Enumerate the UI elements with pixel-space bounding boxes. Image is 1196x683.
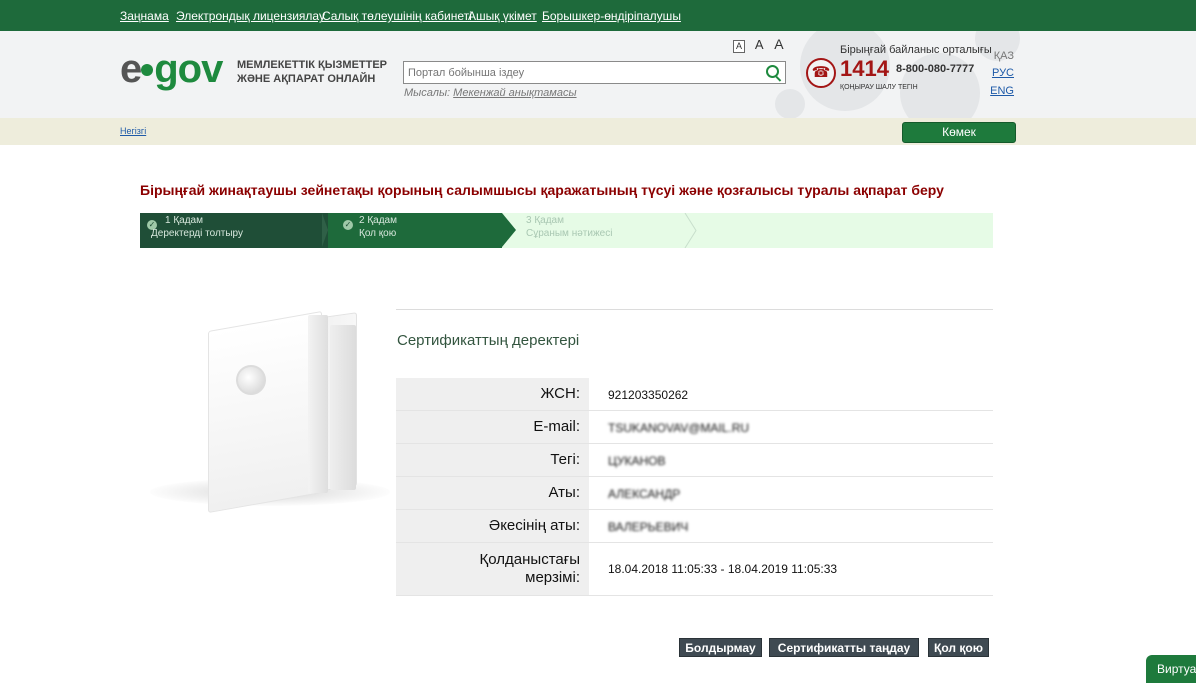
virtual-assistant-tab[interactable]: Виртуа bbox=[1146, 655, 1196, 683]
step-2-label: Қол қою bbox=[359, 228, 397, 239]
folder-back-spine bbox=[330, 325, 356, 490]
sign-button[interactable]: Қол қою bbox=[928, 638, 989, 657]
contact-center-title: Бірыңғай байланыс орталығы bbox=[840, 44, 992, 56]
folder-front bbox=[208, 310, 322, 514]
row-label: ЖСН: bbox=[396, 378, 589, 410]
step-progress-bar: ✓ 1 Қадам Деректерді толтыру ✓ 2 Қадам Қ… bbox=[140, 213, 993, 248]
section-divider bbox=[396, 309, 993, 310]
site-header: e gov МЕМЛЕКЕТТІК ҚЫЗМЕТТЕР ЖӘНЕ АҚПАРАТ … bbox=[0, 31, 1196, 118]
row-value: 921203350262 bbox=[608, 388, 689, 402]
topnav-link-legislation[interactable]: Заңнама bbox=[120, 9, 169, 23]
lang-rus[interactable]: РУС bbox=[990, 67, 1014, 79]
step-divider-icon bbox=[684, 213, 697, 248]
step-2-number: 2 Қадам bbox=[359, 215, 397, 226]
step-3-number: 3 Қадам bbox=[526, 215, 564, 226]
table-row-surname: Тегі: ЦУКАНОВ bbox=[396, 444, 993, 477]
font-size-large-button[interactable]: A bbox=[774, 36, 783, 52]
tagline-line-2: ЖӘНЕ АҚПАРАТ ОНЛАЙН bbox=[237, 73, 376, 85]
row-label: E-mail: bbox=[396, 411, 589, 443]
search-input[interactable] bbox=[404, 62, 750, 83]
lang-eng[interactable]: ENG bbox=[990, 85, 1014, 97]
contact-center-free-note: ҚОҢЫРАУ ШАЛУ ТЕГІН bbox=[840, 84, 918, 91]
table-row-iin: ЖСН: 921203350262 bbox=[396, 378, 993, 411]
breadcrumb-home-link[interactable]: Негізгі bbox=[120, 126, 146, 136]
step-1: ✓ 1 Қадам Деректерді толтыру bbox=[140, 213, 328, 248]
row-value: TSUKANOVAV@MAIL.RU bbox=[608, 421, 750, 435]
search-box bbox=[403, 61, 786, 84]
binder-folder-illustration bbox=[150, 310, 390, 514]
breadcrumb-bar: Негізгі Көмек bbox=[0, 118, 1196, 145]
logo-dot-icon bbox=[141, 64, 154, 77]
egov-logo[interactable]: e gov bbox=[120, 47, 223, 91]
step-1-number: 1 Қадам bbox=[165, 215, 203, 226]
step-2: ✓ 2 Қадам Қол қою bbox=[328, 213, 516, 248]
top-navigation-bar: Заңнама Электрондық лицензиялау Салық тө… bbox=[0, 0, 1196, 31]
step-3-label: Сұраным нәтижесі bbox=[526, 228, 613, 239]
search-example-link[interactable]: Мекенжай анықтамасы bbox=[453, 87, 576, 99]
row-label-line-1: Қолданыстағы bbox=[479, 551, 580, 568]
site-tagline: МЕМЛЕКЕТТІК ҚЫЗМЕТТЕР ЖӘНЕ АҚПАРАТ ОНЛАЙ… bbox=[237, 58, 387, 86]
cancel-button[interactable]: Болдырмау bbox=[679, 638, 762, 657]
row-label: Әкесінің аты: bbox=[396, 510, 589, 542]
search-icon[interactable] bbox=[766, 65, 779, 78]
search-example-label: Мысалы: bbox=[404, 87, 451, 99]
row-label: Аты: bbox=[396, 477, 589, 509]
page-title: Бірыңғай жинақтаушы зейнетақы қорының са… bbox=[140, 182, 944, 198]
help-button[interactable]: Көмек bbox=[902, 122, 1016, 143]
topnav-link-e-licensing[interactable]: Электрондық лицензиялау bbox=[176, 9, 325, 23]
row-label: Қолданыстағы мерзімі: bbox=[396, 543, 589, 595]
lang-kaz[interactable]: ҚАЗ bbox=[990, 50, 1014, 62]
choose-certificate-button[interactable]: Сертификатты таңдау bbox=[769, 638, 919, 657]
step-3: 3 Қадам Сұраным нәтижесі bbox=[516, 213, 696, 248]
contact-center-number: 1414 bbox=[840, 56, 889, 81]
logo-gov: gov bbox=[154, 47, 223, 91]
logo-e: e bbox=[120, 47, 142, 91]
step-check-icon: ✓ bbox=[343, 220, 353, 230]
table-row-email: E-mail: TSUKANOVAV@MAIL.RU bbox=[396, 411, 993, 444]
row-label-line-2: мерзімі: bbox=[525, 569, 580, 586]
contact-center-alt-number: 8-800-080-7777 bbox=[896, 63, 975, 75]
topnav-link-open-government[interactable]: Ашық үкімет bbox=[468, 9, 537, 23]
certificate-table: ЖСН: 921203350262 E-mail: TSUKANOVAV@MAI… bbox=[396, 378, 993, 596]
tagline-line-1: МЕМЛЕКЕТТІК ҚЫЗМЕТТЕР bbox=[237, 59, 388, 71]
search-example: Мысалы: Мекенжай анықтамасы bbox=[404, 87, 577, 99]
phone-icon: ☎ bbox=[806, 58, 836, 88]
font-size-medium-button[interactable]: A bbox=[755, 37, 764, 52]
table-row-validity: Қолданыстағы мерзімі: 18.04.2018 11:05:3… bbox=[396, 543, 993, 596]
step-1-label: Деректерді толтыру bbox=[151, 228, 244, 239]
topnav-link-debtor-enforcement[interactable]: Борышкер-өндіріпалушы bbox=[542, 9, 681, 23]
row-value: 18.04.2018 11:05:33 - 18.04.2019 11:05:3… bbox=[608, 562, 838, 576]
folder-spine bbox=[308, 315, 328, 493]
folder-ring-icon bbox=[236, 365, 266, 395]
header-decoration bbox=[775, 89, 805, 118]
row-value: ВАЛЕРЬЕВИЧ bbox=[608, 520, 689, 534]
table-row-name: Аты: АЛЕКСАНДР bbox=[396, 477, 993, 510]
font-size-small-button[interactable]: A bbox=[733, 40, 746, 53]
row-value: ЦУКАНОВ bbox=[608, 454, 666, 468]
table-row-patronymic: Әкесінің аты: ВАЛЕРЬЕВИЧ bbox=[396, 510, 993, 543]
row-value: АЛЕКСАНДР bbox=[608, 487, 681, 501]
topnav-link-taxpayer-cabinet[interactable]: Салық төлеушінің кабинеті bbox=[322, 9, 472, 23]
certificate-section-title: Сертификаттың деректері bbox=[397, 332, 580, 349]
font-size-switcher: A A A bbox=[733, 36, 791, 53]
row-label: Тегі: bbox=[396, 444, 589, 476]
